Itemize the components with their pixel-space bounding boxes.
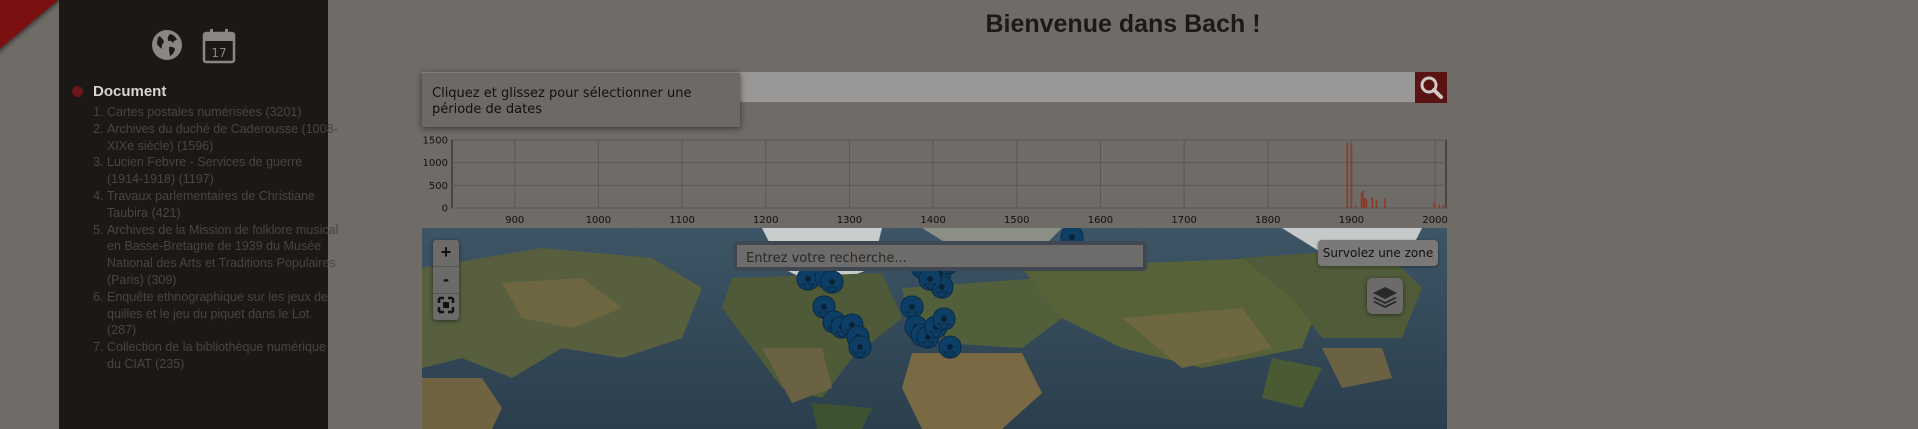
timeline-bar [1350,145,1353,208]
map-marker-dot [1069,234,1075,240]
x-tick-label: 1300 [837,215,862,226]
zoom-control: + - [433,240,459,320]
list-item[interactable]: Collection de la bibliothèque numérique … [107,339,339,373]
zoom-in-button[interactable]: + [433,240,459,267]
map-marker-dot [821,304,827,310]
fullscreen-button[interactable] [433,294,459,320]
x-tick-label: 1000 [586,215,611,226]
timeline-chart[interactable]: 0 500 1000 1500 900 1000 1100 1200 1300 1400 1500… [410,130,1450,230]
collapse-icon[interactable] [72,86,83,97]
map-marker-dot [941,316,947,322]
y-tick-label: 1500 [423,136,448,147]
map-search-input[interactable]: Entrez votre recherche... [733,241,1147,271]
section-document[interactable]: Document [72,83,166,100]
calendar-day: 17 [211,46,226,60]
list-item[interactable]: Enquête ethnographique sur les jeux de q… [107,289,339,339]
list-item[interactable]: Travaux parlementaires de Christiane Tau… [107,188,339,222]
map-marker-dot [909,304,915,310]
hover-zone-info: Survolez une zone [1318,240,1438,266]
timeline-bar [1365,198,1368,208]
map-marker-dot [829,279,835,285]
zoom-out-button[interactable]: - [433,267,459,294]
globe-icon[interactable] [150,28,184,64]
chart-plot-area [451,139,1447,209]
calendar-icon[interactable]: 17 [202,28,236,64]
corner-ribbon [0,0,60,60]
timeline-bar [1371,197,1374,208]
map-marker-dot [805,276,811,282]
map-marker-dot [927,276,933,282]
timeline-bar [1346,142,1349,208]
y-tick-label: 1000 [423,158,448,169]
x-tick-label: 1800 [1255,215,1280,226]
timeline-bar [1442,204,1445,208]
timeline-bar [1375,199,1378,208]
x-tick-label: 2000 [1422,215,1447,226]
y-tick-label: 0 [442,204,448,215]
list-item[interactable]: Cartes postales numérisées (3201) [107,104,339,121]
list-item[interactable]: Archives de la Mission de folklore music… [107,222,339,289]
x-tick-label: 1400 [920,215,945,226]
date-range-tooltip: Cliquez et glissez pour sélectionner une… [422,73,740,127]
search-button[interactable] [1415,72,1447,103]
x-tick-label: 1600 [1088,215,1113,226]
sidebar-view-switcher: 17 [150,28,236,64]
x-tick-label: 1900 [1339,215,1364,226]
fullscreen-icon [437,296,455,314]
map-marker-dot [857,344,863,350]
timeline-bar [1364,198,1366,208]
section-title: Document [93,83,167,100]
timeline-bar [1433,202,1436,208]
search-icon [1420,76,1443,99]
timeline-bar [1360,192,1363,208]
timeline-bar [1354,205,1357,208]
x-tick-label: 900 [505,215,524,226]
layers-button[interactable] [1367,278,1403,314]
x-tick-label: 1200 [753,215,778,226]
list-item[interactable]: Archives du duché de Caderousse (1008-XI… [107,121,339,155]
layers-icon [1373,287,1397,308]
timeline-bar [1438,204,1441,208]
x-tick-label: 1100 [669,215,694,226]
y-tick-label: 500 [429,181,448,192]
list-item[interactable]: Lucien Febvre - Services de guerre (1914… [107,154,339,188]
timeline-bar [1384,198,1386,208]
x-tick-label: 1700 [1171,215,1196,226]
timeline-bar [1362,190,1364,208]
document-list: Cartes postales numérisées (3201) Archiv… [89,104,339,373]
page-title: Bienvenue dans Bach ! [985,10,1261,38]
x-tick-label: 1500 [1004,215,1029,226]
map-marker-dot [947,344,953,350]
